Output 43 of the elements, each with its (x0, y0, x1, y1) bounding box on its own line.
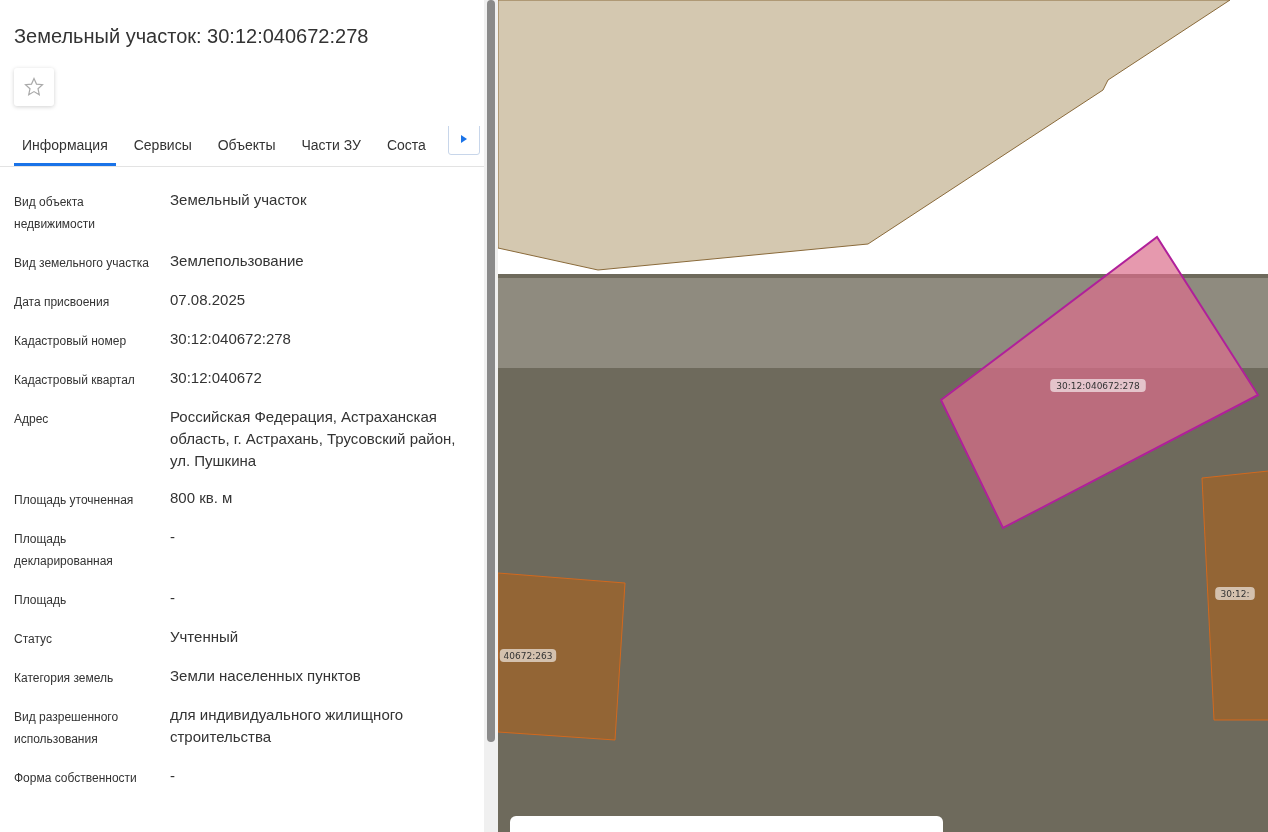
field-value: 30:12:040672:278 (170, 329, 292, 349)
field-label: Площадь уточненная (14, 492, 135, 509)
land-parcel[interactable] (939, 235, 1260, 530)
field-value: 30:12:040672 (170, 368, 263, 388)
field-value: 07.08.2025 (170, 290, 247, 310)
field-value: для индивидуального жилищного строительства (170, 705, 405, 747)
star-icon (24, 77, 44, 97)
field-label: Вид земельного участка (14, 255, 150, 272)
parcel-label: 30:12:040672:278 (1050, 379, 1146, 392)
field-label: Площадь декларированная (14, 531, 114, 570)
tab[interactable]: Соста (378, 126, 434, 166)
caret-right-icon (460, 135, 467, 143)
tab[interactable]: Части ЗУ (293, 126, 369, 166)
field-value: Земли населенных пунктов (170, 666, 362, 686)
tab[interactable]: Сервисы (125, 126, 200, 166)
field-label: Адрес (14, 411, 50, 428)
field-value: Земельный участок (170, 190, 308, 210)
tab[interactable]: Объекты (209, 126, 284, 166)
scroll-tabs-button[interactable] (447, 126, 480, 155)
field-label: Категория земель (14, 670, 115, 687)
field-value: - (170, 527, 176, 547)
field-label: Дата присвоения (14, 294, 111, 311)
field-value: - (170, 766, 176, 786)
field-label: Кадастровый номер (14, 333, 128, 350)
land-parcel[interactable] (498, 572, 626, 741)
field-label: Площадь (14, 592, 68, 609)
field-label: Вид разрешенного использования (14, 709, 120, 748)
field-value: 800 кв. м (170, 488, 234, 508)
field-value: Учтенный (170, 627, 240, 647)
field-label: Статус (14, 631, 53, 648)
parcel-label: 30:12: (1215, 587, 1255, 600)
field-label: Вид объекта недвижимости (14, 194, 96, 233)
field-label: Форма собственности (14, 770, 138, 787)
satellite-map[interactable]: 30:12:040672:278 40672:263 30:12: (498, 0, 1268, 832)
tab[interactable]: Информация (14, 126, 116, 166)
field-label: Кадастровый квартал (14, 372, 136, 389)
field-value: - (170, 588, 176, 608)
field-value: Российская Федерация, Астраханская область, г. Астрахань, Трусовский район, ул. Пушкина (170, 407, 457, 471)
favorite-button[interactable] (14, 68, 54, 106)
page-title: Земельный участок: 30:12:040672:278 (14, 24, 370, 48)
field-value: Землепользование (170, 251, 305, 271)
parcel-label: 40672:263 (499, 649, 557, 662)
scrollbar[interactable] (484, 0, 498, 832)
